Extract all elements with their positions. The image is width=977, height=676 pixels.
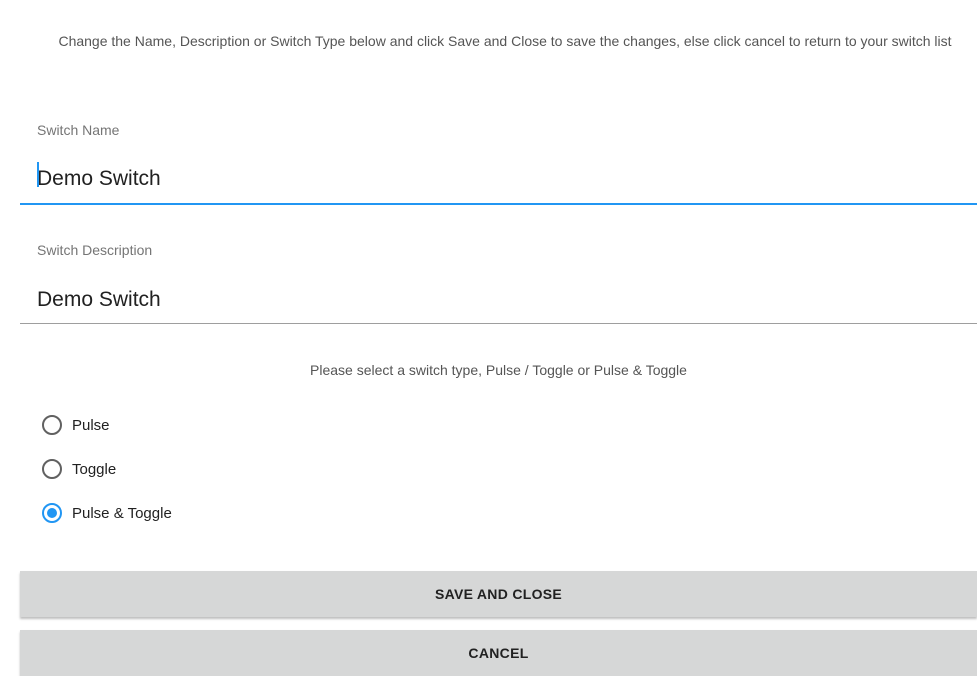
- switch-description-input[interactable]: [20, 283, 977, 317]
- radio-pulse[interactable]: Pulse: [42, 412, 110, 438]
- radio-circle-icon[interactable]: [42, 459, 62, 479]
- radio-pulse-and-toggle-label: Pulse & Toggle: [72, 504, 172, 522]
- instructions-text: Change the Name, Description or Switch T…: [58, 33, 952, 49]
- radio-pulse-and-toggle[interactable]: Pulse & Toggle: [42, 500, 172, 526]
- cancel-button[interactable]: CANCEL: [20, 630, 977, 676]
- switch-description-underline: [20, 323, 977, 324]
- radio-checked-icon[interactable]: [42, 503, 62, 523]
- text-cursor: [37, 162, 39, 187]
- save-and-close-button[interactable]: SAVE AND CLOSE: [20, 571, 977, 617]
- radio-toggle-label: Toggle: [72, 460, 117, 478]
- radio-toggle[interactable]: Toggle: [42, 456, 116, 482]
- switch-description-label: Switch Description: [37, 242, 153, 258]
- radio-pulse-label: Pulse: [72, 416, 110, 434]
- radio-circle-icon[interactable]: [42, 415, 62, 435]
- switch-name-underline: [20, 203, 977, 205]
- switch-type-prompt: Please select a switch type, Pulse / Tog…: [310, 362, 687, 378]
- switch-name-input[interactable]: [20, 162, 977, 196]
- switch-name-label: Switch Name: [37, 122, 120, 138]
